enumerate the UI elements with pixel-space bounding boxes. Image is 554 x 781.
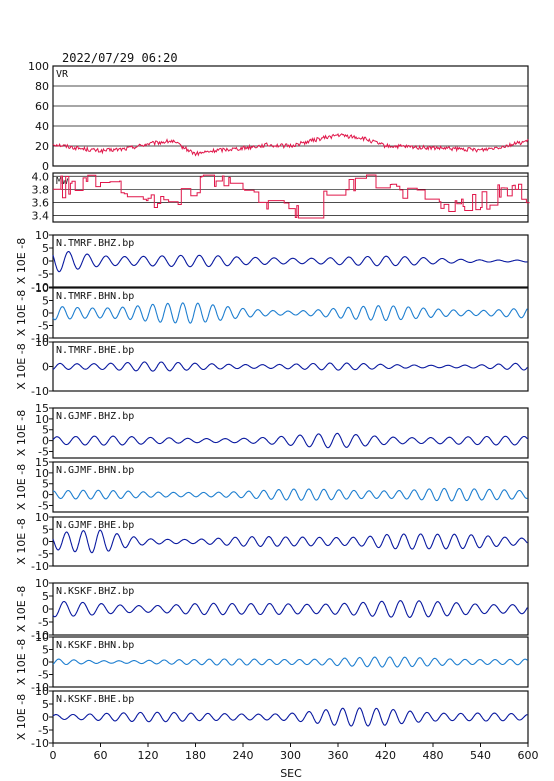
y-axis-label: X 10E -8 xyxy=(15,639,28,685)
x-axis: 0 60 120 180 240 300 360 420 480 540 600 xyxy=(50,743,539,762)
y-axis-label: X 10E -8 xyxy=(15,238,28,284)
waveform-series xyxy=(52,361,528,372)
y-axis-label: X 10E -8 xyxy=(15,586,28,632)
y-tick-label: 10 xyxy=(35,229,49,242)
y-tick-label: 0 xyxy=(42,603,49,616)
panel-label: N.KSKF.BHN.bp xyxy=(56,640,134,651)
y-tick-label: 10 xyxy=(35,336,49,349)
x-tick-label: 180 xyxy=(185,749,206,762)
y-tick-label: 100 xyxy=(28,60,49,73)
panel-n-tmrf-bhe-bp: -10 0 10 N.TMRF.BHE.bp X 10E -8 xyxy=(15,336,529,398)
panel-label: N.GJMF.BHZ.bp xyxy=(56,411,134,422)
seismic-figure: 2022/07/29 06:20 020406080100VR3.43.63.8… xyxy=(15,51,539,780)
y-tick-label: -5 xyxy=(38,268,49,281)
y-tick-label: 10 xyxy=(35,511,49,524)
y-tick-label: 10 xyxy=(35,577,49,590)
panel-label: N.GJMF.BHN.bp xyxy=(56,465,134,476)
panel-n-kskf-bhe-bp: -10-50510 N.KSKF.BHE.bp X 10E -8 xyxy=(15,685,529,750)
y-tick-label: 4.0 xyxy=(32,170,50,183)
panel-n-kskf-bhn-bp: -10-50510N.KSKF.BHN.bpX 10E -8 xyxy=(15,631,529,694)
y-tick-label: -5 xyxy=(38,669,49,682)
x-tick-label: 120 xyxy=(138,749,159,762)
waveform-series xyxy=(52,302,528,324)
panel-n-gjmf-bhz-bp: -5051015N.GJMF.BHZ.bpX 10E -8 xyxy=(15,402,529,459)
panel-label: N.KSKF.BHE.bp xyxy=(56,694,134,705)
y-axis-label: X 10E -8 xyxy=(15,694,28,740)
y-tick-label: 10 xyxy=(35,685,49,698)
panel-n-tmrf-bhn-bp: -10-50510N.TMRF.BHN.bpX 10E -8 xyxy=(15,282,529,345)
y-tick-label: 20 xyxy=(35,140,49,153)
y-tick-label: 5 xyxy=(42,295,49,308)
waveform-series xyxy=(52,529,528,554)
waveform-series xyxy=(52,251,528,273)
y-tick-label: 60 xyxy=(35,100,49,113)
panel-n-gjmf-bhn-bp: -5051015N.GJMF.BHN.bpX 10E -8 xyxy=(15,456,529,513)
panel-label: N.TMRF.BHZ.bp xyxy=(56,238,134,249)
y-tick-label: 5 xyxy=(42,242,49,255)
mw-series xyxy=(53,174,530,219)
x-tick-label: 600 xyxy=(518,749,539,762)
y-tick-label: -10 xyxy=(31,560,49,573)
y-tick-label: 0 xyxy=(42,361,49,374)
x-tick-label: 60 xyxy=(94,749,108,762)
y-tick-label: 5 xyxy=(42,590,49,603)
x-axis-label: SEC xyxy=(280,767,302,780)
x-tick-label: 420 xyxy=(375,749,396,762)
y-tick-label: 3.8 xyxy=(32,183,50,196)
vr-series xyxy=(52,132,529,157)
x-tick-label: 540 xyxy=(470,749,491,762)
y-axis-label: X 10E -8 xyxy=(15,290,28,336)
y-tick-label: 0 xyxy=(42,656,49,669)
waveform-series xyxy=(52,487,528,502)
panel-vr: 020406080100VR xyxy=(28,60,529,173)
y-axis-label: X 10E -8 xyxy=(15,464,28,510)
y-axis-label: X 10E -8 xyxy=(15,410,28,456)
y-tick-label: -5 xyxy=(38,724,49,737)
y-axis-label: X 10E -8 xyxy=(15,343,28,389)
y-tick-label: 3.4 xyxy=(32,209,50,222)
waveform-series xyxy=(52,707,528,727)
y-tick-label: 0 xyxy=(42,307,49,320)
y-tick-label: 15 xyxy=(35,456,49,469)
panel-label: N.KSKF.BHZ.bp xyxy=(56,586,134,597)
panel-n-gjmf-bhe-bp: -10-50510 N.GJMF.BHE.bp X 10E -8 xyxy=(15,511,529,573)
y-tick-label: 10 xyxy=(35,282,49,295)
x-tick-label: 480 xyxy=(423,749,444,762)
y-tick-label: 0 xyxy=(42,711,49,724)
panel-n-kskf-bhz-bp: -10-50510N.KSKF.BHZ.bpX 10E -8 xyxy=(15,577,529,642)
y-tick-label: -5 xyxy=(38,320,49,333)
waveform-series xyxy=(52,656,528,668)
y-tick-label: 5 xyxy=(42,698,49,711)
y-tick-label: -5 xyxy=(38,548,49,561)
x-tick-label: 300 xyxy=(280,749,301,762)
y-tick-label: 3.6 xyxy=(32,196,50,209)
x-tick-label: 240 xyxy=(233,749,254,762)
waveform-series xyxy=(52,600,528,618)
y-tick-label: -10 xyxy=(31,737,49,750)
y-tick-label: -10 xyxy=(31,385,49,398)
panel-label: N.TMRF.BHN.bp xyxy=(56,291,134,302)
y-tick-label: 0 xyxy=(42,255,49,268)
x-tick-label: 0 xyxy=(50,749,57,762)
waveform-series xyxy=(52,432,528,449)
panel-mw: 3.43.63.84.0 Mw xyxy=(32,170,530,223)
panel-n-tmrf-bhz-bp: -10-50510N.TMRF.BHZ.bpX 10E -8 xyxy=(15,229,529,294)
y-tick-label: 0 xyxy=(42,536,49,549)
timestamp-header: 2022/07/29 06:20 xyxy=(62,51,178,65)
panel-frame xyxy=(52,172,529,223)
y-tick-label: 10 xyxy=(35,631,49,644)
panel-label: VR xyxy=(56,69,69,80)
panel-label: N.TMRF.BHE.bp xyxy=(56,345,134,356)
y-tick-label: 5 xyxy=(42,523,49,536)
y-tick-label: 40 xyxy=(35,120,49,133)
y-tick-label: 15 xyxy=(35,402,49,415)
y-tick-label: 5 xyxy=(42,644,49,657)
y-tick-label: -5 xyxy=(38,616,49,629)
y-tick-label: 80 xyxy=(35,80,49,93)
panels-group: 020406080100VR3.43.63.84.0 Mw-10-50510N.T… xyxy=(15,60,530,750)
panel-label: N.GJMF.BHE.bp xyxy=(56,520,134,531)
y-axis-label: X 10E -8 xyxy=(15,518,28,564)
x-tick-label: 360 xyxy=(328,749,349,762)
